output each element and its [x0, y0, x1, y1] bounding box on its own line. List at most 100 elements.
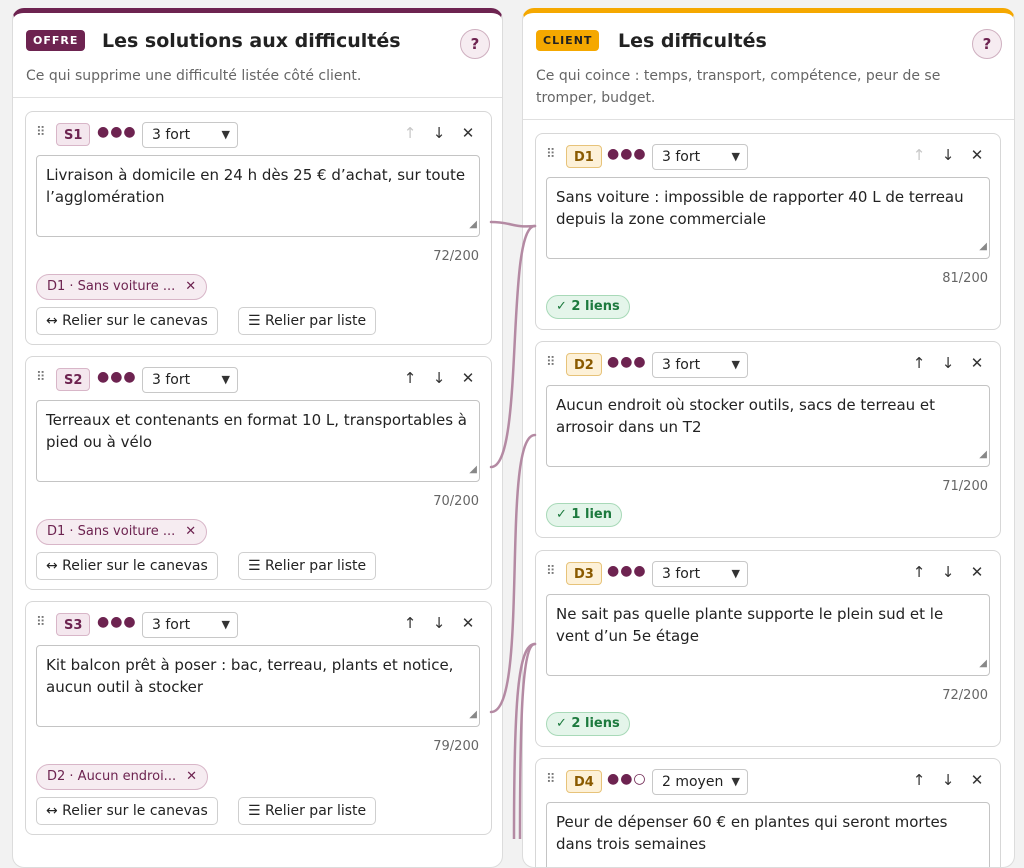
close-icon[interactable]: ✕: [968, 354, 986, 372]
drag-handle-icon[interactable]: ⠿: [546, 772, 555, 787]
drag-handle-icon[interactable]: ⠿: [36, 370, 45, 385]
card-id: D4: [566, 770, 602, 793]
close-icon[interactable]: ✕: [186, 769, 197, 784]
offre-panel: OFFRE Les solutions aux difficultés Ce q…: [12, 8, 503, 868]
card-id: D3: [566, 562, 602, 585]
card-id: D1: [566, 145, 602, 168]
strength-select[interactable]: 3 fort ▼: [142, 367, 238, 393]
strength-select-value: 2 moyen: [662, 774, 724, 790]
chip-label: D1 · Sans voiture ...: [47, 279, 176, 294]
close-icon[interactable]: ✕: [459, 614, 477, 632]
difficulty-textarea[interactable]: Aucun endroit où stocker outils, sacs de…: [546, 385, 990, 467]
chip-label: D2 · Aucun endroi...: [47, 769, 177, 784]
links-count-badge: ✓ 2 liens: [546, 712, 630, 736]
strength-select[interactable]: 3 fort ▼: [652, 561, 748, 587]
difficulty-card-d1: ⠿ D1 ●●● 3 fort ▼ ↑ ↓ ✕ Sans voiture : im…: [535, 133, 1001, 330]
resize-handle-icon[interactable]: ◢: [979, 653, 987, 675]
offre-panel-title: Les solutions aux difficultés: [102, 30, 401, 52]
arrow-down-icon[interactable]: ↓: [939, 771, 957, 789]
close-icon[interactable]: ✕: [459, 124, 477, 142]
close-icon[interactable]: ✕: [185, 279, 196, 294]
solution-card-s2: ⠿ S2 ●●● 3 fort ▼ ↑ ↓ ✕ Terreaux et conte…: [25, 356, 492, 590]
strength-dots: ●●●: [97, 124, 137, 140]
client-panel: CLIENT Les difficultés Ce qui coince : t…: [522, 8, 1015, 868]
arrow-up-icon[interactable]: ↑: [401, 124, 419, 142]
resize-handle-icon[interactable]: ◢: [469, 459, 477, 481]
resize-handle-icon[interactable]: ◢: [469, 704, 477, 726]
difficulty-textarea[interactable]: Peur de dépenser 60 € en plantes qui ser…: [546, 802, 990, 867]
arrow-down-icon[interactable]: ↓: [939, 354, 957, 372]
arrow-down-icon[interactable]: ↓: [939, 146, 957, 164]
arrow-down-icon[interactable]: ↓: [430, 369, 448, 387]
close-icon[interactable]: ✕: [968, 563, 986, 581]
arrow-up-icon[interactable]: ↑: [401, 369, 419, 387]
strength-select[interactable]: 3 fort ▼: [142, 612, 238, 638]
linked-difficulty-chip[interactable]: D2 · Aucun endroi... ✕: [36, 764, 208, 790]
card-id: S1: [56, 123, 91, 146]
drag-handle-icon[interactable]: ⠿: [546, 564, 555, 579]
drag-handle-icon[interactable]: ⠿: [36, 615, 45, 630]
link-by-list-button[interactable]: ☰ Relier par liste: [238, 797, 377, 825]
offre-help-button[interactable]: ?: [460, 29, 490, 59]
linked-difficulty-chip[interactable]: D1 · Sans voiture ... ✕: [36, 519, 208, 545]
strength-select[interactable]: 2 moyen ▼: [652, 769, 748, 795]
difficulty-textarea[interactable]: Ne sait pas quelle plante supporte le pl…: [546, 594, 990, 676]
link-by-list-button[interactable]: ☰ Relier par liste: [238, 552, 377, 580]
link-on-canvas-button[interactable]: ↔ Relier sur le canevas: [36, 552, 218, 580]
close-icon[interactable]: ✕: [459, 369, 477, 387]
strength-select[interactable]: 3 fort ▼: [142, 122, 238, 148]
solution-textarea[interactable]: Livraison à domicile en 24 h dès 25 € d’…: [36, 155, 480, 237]
chevron-down-icon: ▼: [731, 150, 740, 163]
client-tag: CLIENT: [536, 30, 600, 51]
char-counter: 79/200: [433, 739, 479, 754]
strength-select-value: 3 fort: [662, 357, 701, 373]
strength-select-value: 3 fort: [152, 372, 191, 388]
arrow-up-icon[interactable]: ↑: [910, 771, 928, 789]
arrow-up-icon[interactable]: ↑: [910, 354, 928, 372]
chevron-down-icon: ▼: [221, 128, 230, 141]
link-on-canvas-button[interactable]: ↔ Relier sur le canevas: [36, 307, 218, 335]
drag-handle-icon[interactable]: ⠿: [546, 147, 555, 162]
resize-handle-icon[interactable]: ◢: [979, 236, 987, 258]
card-id: D2: [566, 353, 602, 376]
offre-panel-header: OFFRE Les solutions aux difficultés Ce q…: [13, 13, 502, 98]
chevron-down-icon: ▼: [221, 373, 230, 386]
chevron-down-icon: ▼: [221, 618, 230, 631]
difficulty-text: Peur de dépenser 60 € en plantes qui ser…: [556, 813, 948, 853]
strength-dots: ●●●: [607, 354, 647, 370]
resize-handle-icon[interactable]: ◢: [979, 444, 987, 466]
close-icon[interactable]: ✕: [968, 146, 986, 164]
strength-select[interactable]: 3 fort ▼: [652, 352, 748, 378]
solution-textarea[interactable]: Terreaux et contenants en format 10 L, t…: [36, 400, 480, 482]
strength-dots: ●●●: [97, 369, 137, 385]
arrow-down-icon[interactable]: ↓: [939, 563, 957, 581]
strength-select-value: 3 fort: [662, 149, 701, 165]
strength-select-value: 3 fort: [152, 617, 191, 633]
links-count-badge: ✓ 1 lien: [546, 503, 622, 527]
drag-handle-icon[interactable]: ⠿: [36, 125, 45, 140]
arrow-up-icon[interactable]: ↑: [910, 563, 928, 581]
solution-textarea[interactable]: Kit balcon prêt à poser : bac, terreau, …: [36, 645, 480, 727]
links-count-badge: ✓ 2 liens: [546, 295, 630, 319]
arrow-up-icon[interactable]: ↑: [401, 614, 419, 632]
arrow-down-icon[interactable]: ↓: [430, 614, 448, 632]
difficulty-text: Sans voiture : impossible de rapporter 4…: [556, 188, 964, 228]
client-help-button[interactable]: ?: [972, 29, 1002, 59]
drag-handle-icon[interactable]: ⠿: [546, 355, 555, 370]
strength-select-value: 3 fort: [152, 127, 191, 143]
link-by-list-button[interactable]: ☰ Relier par liste: [238, 307, 377, 335]
strength-dots: ●●●: [607, 563, 647, 579]
solution-card-s1: ⠿ S1 ●●● 3 fort ▼ ↑ ↓ ✕ Livraison à domic…: [25, 111, 492, 345]
difficulty-textarea[interactable]: Sans voiture : impossible de rapporter 4…: [546, 177, 990, 259]
resize-handle-icon[interactable]: ◢: [469, 214, 477, 236]
char-counter: 71/200: [942, 479, 988, 494]
solution-card-s3: ⠿ S3 ●●● 3 fort ▼ ↑ ↓ ✕ Kit balcon prêt à…: [25, 601, 492, 835]
close-icon[interactable]: ✕: [185, 524, 196, 539]
arrow-down-icon[interactable]: ↓: [430, 124, 448, 142]
close-icon[interactable]: ✕: [968, 771, 986, 789]
arrow-up-icon[interactable]: ↑: [910, 146, 928, 164]
client-panel-header: CLIENT Les difficultés Ce qui coince : t…: [523, 13, 1014, 120]
linked-difficulty-chip[interactable]: D1 · Sans voiture ... ✕: [36, 274, 208, 300]
link-on-canvas-button[interactable]: ↔ Relier sur le canevas: [36, 797, 218, 825]
strength-select[interactable]: 3 fort ▼: [652, 144, 748, 170]
